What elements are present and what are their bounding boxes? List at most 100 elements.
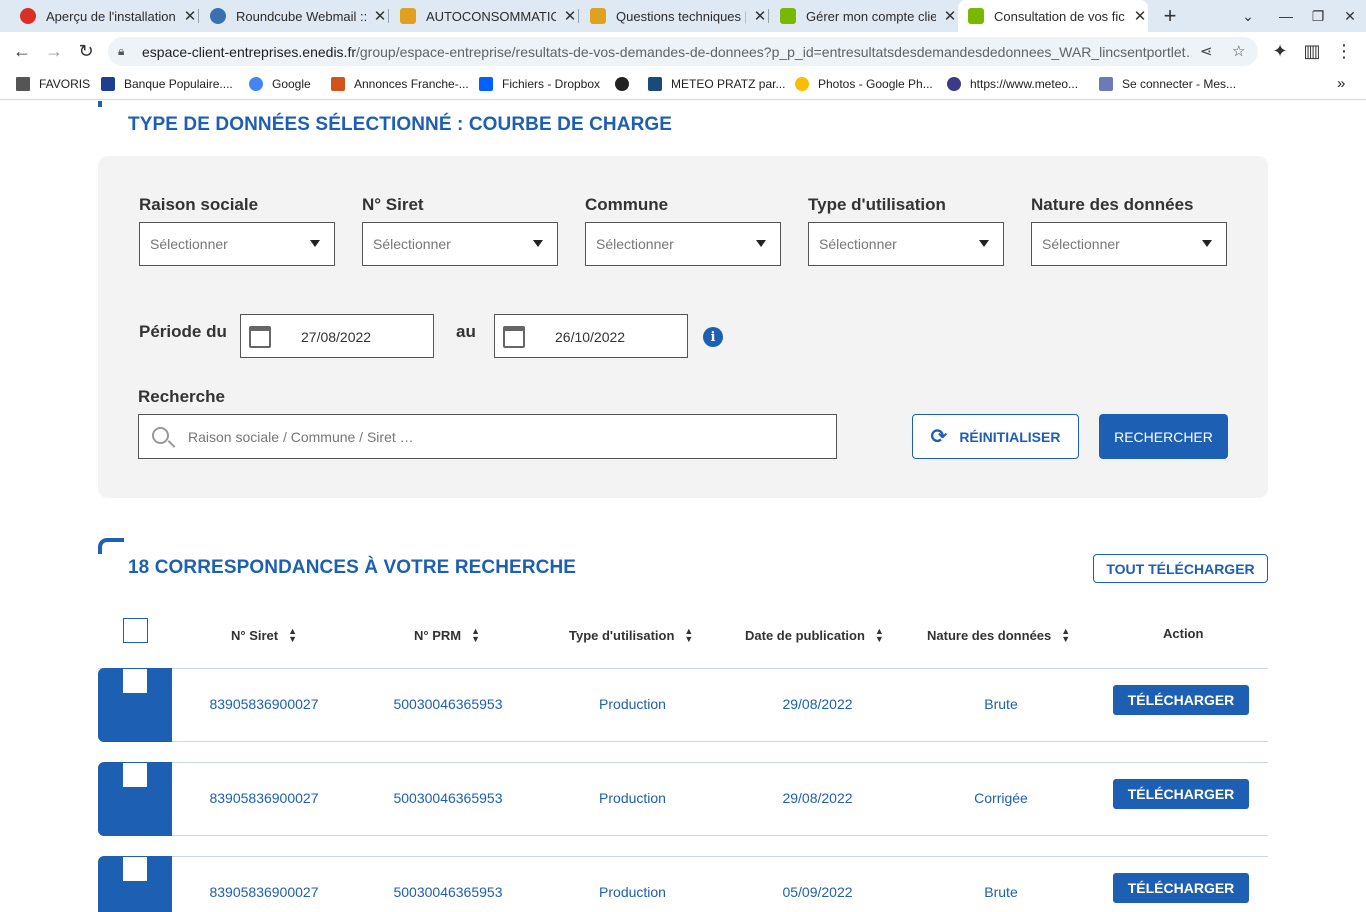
browser-tab-active[interactable]: Consultation de vos fic ✕ (958, 0, 1148, 32)
restore-icon[interactable]: ❐ (1302, 0, 1334, 32)
cell-date[interactable]: 05/09/2022 (745, 884, 890, 900)
bookmark-item[interactable]: METEO PRATZ par... (648, 77, 785, 91)
cell-type[interactable]: Production (560, 696, 705, 712)
google-photos-icon (795, 77, 809, 91)
download-button[interactable]: TÉLÉCHARGER (1113, 873, 1249, 903)
row-checkbox[interactable] (123, 857, 147, 881)
bookmark-item[interactable] (615, 77, 638, 91)
select-all-checkbox[interactable] (123, 618, 148, 643)
period-label: Période du (139, 322, 227, 341)
cell-siret[interactable]: 83905836900027 (188, 696, 340, 712)
download-all-button[interactable]: TOUT TÉLÉCHARGER (1093, 554, 1268, 583)
row-checkbox[interactable] (123, 763, 147, 787)
column-header-nature[interactable]: Nature des données ▲ ▼ (927, 627, 1070, 644)
bookmark-item[interactable]: Photos - Google Ph... (795, 77, 933, 91)
siret-select[interactable]: Sélectionner (362, 222, 558, 266)
date-from-input[interactable]: 27/08/2022 (240, 314, 434, 358)
share-icon[interactable]: ⋖ (1200, 42, 1213, 60)
cell-date[interactable]: 29/08/2022 (745, 696, 890, 712)
tab-close-icon[interactable]: ✕ (182, 7, 198, 25)
sort-icon[interactable]: ▲ ▼ (471, 627, 480, 644)
eye-icon (947, 77, 961, 91)
tab-title: Roundcube Webmail :: I (236, 8, 366, 24)
reload-icon[interactable]: ↻ (73, 38, 99, 64)
section-accent (98, 101, 124, 107)
search-input[interactable]: Raison sociale / Commune / Siret … (138, 414, 837, 459)
cell-type[interactable]: Production (560, 790, 705, 806)
browser-tab[interactable]: Aperçu de l'installation ✕ (10, 0, 199, 32)
bookmark-item[interactable]: Fichiers - Dropbox (479, 77, 600, 91)
section-accent (98, 538, 124, 554)
column-header-date[interactable]: Date de publication ▲ ▼ (745, 627, 884, 644)
column-header-siret[interactable]: N° Siret ▲ ▼ (231, 627, 297, 644)
cell-prm[interactable]: 50030046365953 (372, 696, 524, 712)
tab-search-chevron-icon[interactable]: ⌄ (1232, 0, 1264, 32)
tab-close-icon[interactable]: ✕ (942, 7, 958, 25)
selected-data-type-title: TYPE DE DONNÉES SÉLECTIONNÉ : COURBE DE … (128, 114, 673, 135)
download-button[interactable]: TÉLÉCHARGER (1113, 685, 1249, 715)
tab-title: Consultation de vos fic (994, 8, 1125, 24)
cell-siret[interactable]: 83905836900027 (188, 790, 340, 806)
bookmark-star-icon[interactable]: ☆ (1232, 42, 1245, 60)
info-icon[interactable]: i (703, 327, 723, 347)
forward-arrow-icon[interactable]: → (41, 38, 67, 64)
tab-close-icon[interactable]: ✕ (372, 7, 388, 25)
tab-close-icon[interactable]: ✕ (562, 7, 578, 25)
side-panel-icon[interactable]: ▥ (1299, 38, 1325, 64)
column-header-prm[interactable]: N° PRM ▲ ▼ (414, 627, 480, 644)
cell-nature[interactable]: Brute (930, 696, 1072, 712)
browser-toolbar: ← → ↻ 🔒︎ espace-client-entreprises.enedi… (0, 32, 1366, 70)
cell-nature[interactable]: Corrigée (930, 790, 1072, 806)
tab-close-icon[interactable]: ✕ (752, 7, 768, 25)
date-to-input[interactable]: 26/10/2022 (494, 314, 688, 358)
search-label: Recherche (138, 387, 225, 406)
browser-tab[interactable]: Questions techniques | ✕ (580, 0, 769, 32)
browser-tab[interactable]: Roundcube Webmail :: I ✕ (200, 0, 389, 32)
caret-down-icon (756, 240, 766, 247)
calendar-icon[interactable] (249, 326, 271, 348)
tab-close-icon[interactable]: ✕ (1132, 7, 1148, 25)
caret-down-icon (310, 240, 320, 247)
bookmark-folder-favoris[interactable]: FAVORIS (16, 77, 90, 91)
bookmark-item[interactable]: Google (249, 77, 311, 91)
banque-populaire-icon (101, 77, 115, 91)
sort-icon[interactable]: ▲ ▼ (684, 627, 693, 644)
browser-tab[interactable]: AUTOCONSOMMATION ✕ (390, 0, 579, 32)
caret-down-icon (1202, 240, 1212, 247)
reset-button[interactable]: ⟳ RÉINITIALISER (912, 414, 1079, 459)
bookmark-item[interactable]: Banque Populaire.... (101, 77, 233, 91)
cell-type[interactable]: Production (560, 884, 705, 900)
address-bar[interactable]: 🔒︎ espace-client-entreprises.enedis.fr/g… (108, 37, 1258, 66)
tab-favicon-icon (210, 8, 226, 24)
raison-sociale-select[interactable]: Sélectionner (139, 222, 335, 266)
row-checkbox[interactable] (123, 669, 147, 693)
column-header-type[interactable]: Type d'utilisation ▲ ▼ (569, 627, 693, 644)
download-button[interactable]: TÉLÉCHARGER (1113, 779, 1249, 809)
calendar-icon[interactable] (503, 326, 525, 348)
new-tab-button[interactable]: + (1154, 0, 1186, 32)
bookmark-item[interactable]: Annonces Franche-... (331, 77, 469, 91)
bookmark-item[interactable]: https://www.meteo... (947, 77, 1078, 91)
sort-icon[interactable]: ▲ ▼ (875, 627, 884, 644)
cell-nature[interactable]: Brute (930, 884, 1072, 900)
browser-tab[interactable]: Gérer mon compte clien ✕ (770, 0, 958, 32)
type-utilisation-select[interactable]: Sélectionner (808, 222, 1004, 266)
tab-favicon-icon (400, 8, 416, 24)
minimize-icon[interactable]: — (1270, 0, 1302, 32)
bookmark-item[interactable]: Se connecter - Mes... (1099, 77, 1236, 91)
cell-date[interactable]: 29/08/2022 (745, 790, 890, 806)
nature-donnees-select[interactable]: Sélectionner (1031, 222, 1227, 266)
menu-kebab-icon[interactable]: ⋮ (1331, 38, 1357, 64)
globe-icon (615, 77, 629, 91)
bookmarks-overflow-icon[interactable]: » (1337, 75, 1345, 92)
sort-icon[interactable]: ▲ ▼ (288, 627, 297, 644)
cell-prm[interactable]: 50030046365953 (372, 790, 524, 806)
cell-prm[interactable]: 50030046365953 (372, 884, 524, 900)
back-arrow-icon[interactable]: ← (9, 38, 35, 64)
close-window-icon[interactable]: ✕ (1334, 0, 1366, 32)
search-button[interactable]: RECHERCHER (1099, 414, 1228, 459)
commune-select[interactable]: Sélectionner (585, 222, 781, 266)
cell-siret[interactable]: 83905836900027 (188, 884, 340, 900)
sort-icon[interactable]: ▲ ▼ (1061, 627, 1070, 644)
extensions-puzzle-icon[interactable]: ✦ (1267, 38, 1293, 64)
